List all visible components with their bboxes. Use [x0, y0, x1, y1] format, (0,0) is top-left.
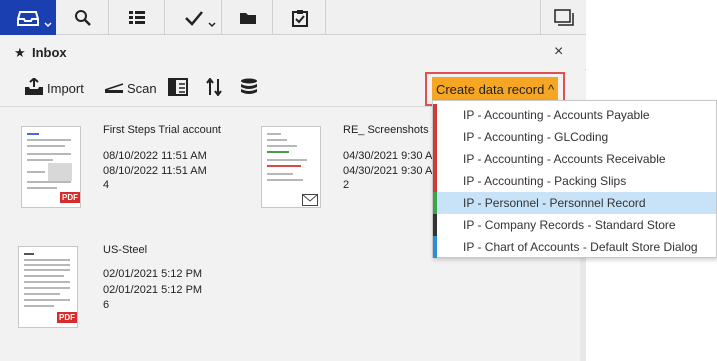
tab-search[interactable] — [57, 0, 109, 35]
inbox-icon — [17, 10, 39, 26]
star-icon: ★ — [14, 45, 26, 60]
document-thumbnail[interactable]: PDF — [21, 126, 81, 208]
scan-label: Scan — [127, 81, 157, 96]
category-color-bar — [433, 236, 437, 258]
menu-item-label: IP - Company Records - Standard Store — [463, 218, 676, 232]
tab-list[interactable] — [110, 0, 165, 35]
document-date: 04/30/2021 9:30 A — [343, 165, 433, 177]
clipboard-icon — [291, 9, 308, 27]
page-title: Inbox — [32, 45, 67, 60]
document-date: 08/10/2022 11:51 AM — [103, 150, 207, 162]
category-color-bar — [433, 214, 437, 236]
mail-icon — [302, 193, 318, 207]
database-button[interactable] — [240, 70, 258, 107]
panel-header: ★ Inbox × — [0, 35, 586, 69]
document-date: 04/30/2021 9:30 A — [343, 150, 433, 162]
document-page-count: 4 — [103, 179, 110, 191]
check-icon — [184, 10, 204, 26]
search-icon — [74, 9, 92, 27]
sort-icon — [206, 77, 222, 99]
menu-item-accounts-receivable[interactable]: IP - Accounting - Accounts Receivable — [433, 148, 716, 170]
menu-item-standard-store[interactable]: IP - Company Records - Standard Store — [433, 214, 716, 236]
tab-inbox[interactable] — [0, 0, 56, 35]
document-thumbnail[interactable]: PDF — [18, 246, 78, 328]
chevron-down-icon — [208, 22, 216, 28]
import-icon — [24, 77, 44, 99]
folder-icon — [239, 11, 257, 25]
tab-tasks[interactable] — [166, 0, 222, 35]
menu-item-default-store-dialog[interactable]: IP - Chart of Accounts - Default Store D… — [433, 236, 716, 258]
category-color-bar — [433, 170, 437, 192]
window-icon — [553, 8, 574, 27]
close-icon[interactable]: × — [554, 43, 563, 61]
database-icon — [240, 78, 258, 99]
menu-item-label: IP - Accounting - Packing Slips — [463, 174, 627, 188]
sort-button[interactable] — [206, 70, 222, 107]
tab-folders[interactable] — [223, 0, 273, 35]
document-date: 08/10/2022 11:51 AM — [103, 165, 207, 177]
document-date: 02/01/2021 5:12 PM — [103, 268, 203, 280]
scan-icon — [104, 80, 124, 97]
top-tab-bar — [0, 0, 586, 35]
document-title[interactable]: RE_ Screenshots f — [343, 124, 435, 137]
menu-item-personnel-record[interactable]: IP - Personnel - Personnel Record — [433, 192, 716, 214]
pdf-badge-icon: PDF — [60, 192, 80, 203]
category-color-bar — [433, 126, 437, 148]
document-thumbnail[interactable] — [261, 126, 321, 208]
scan-button[interactable]: Scan — [104, 70, 157, 107]
tab-clipboard[interactable] — [274, 0, 326, 35]
menu-item-label: IP - Chart of Accounts - Default Store D… — [463, 240, 698, 254]
menu-item-label: IP - Personnel - Personnel Record — [463, 196, 646, 210]
document-date: 02/01/2021 5:12 PM — [103, 284, 203, 296]
window-toggle-button[interactable] — [540, 0, 586, 35]
menu-item-label: IP - Accounting - Accounts Receivable — [463, 152, 666, 166]
document-title[interactable]: First Steps Trial account — [103, 124, 221, 137]
menu-item-label: IP - Accounting - Accounts Payable — [463, 108, 650, 122]
category-color-bar — [433, 192, 437, 214]
view-toggle-button[interactable] — [168, 70, 188, 107]
menu-item-label: IP - Accounting - GLCoding — [463, 130, 609, 144]
create-data-record-label: Create data record ^ — [432, 77, 558, 101]
category-color-bar — [433, 148, 437, 170]
document-page-count: 2 — [343, 179, 350, 191]
document-page-count: 6 — [103, 299, 110, 311]
import-button[interactable]: Import — [24, 70, 84, 107]
menu-item-glcoding[interactable]: IP - Accounting - GLCoding — [433, 126, 716, 148]
category-color-bar — [433, 104, 437, 126]
list-icon — [128, 10, 146, 26]
menu-item-accounts-payable[interactable]: IP - Accounting - Accounts Payable — [433, 104, 716, 126]
chevron-down-icon — [44, 22, 52, 28]
menu-item-packing-slips[interactable]: IP - Accounting - Packing Slips — [433, 170, 716, 192]
create-data-record-menu: IP - Accounting - Accounts Payable IP - … — [432, 100, 717, 258]
import-label: Import — [47, 81, 84, 96]
document-title[interactable]: US-Steel — [103, 244, 147, 257]
pdf-badge-icon: PDF — [57, 312, 77, 323]
panel-layout-icon — [168, 78, 188, 99]
